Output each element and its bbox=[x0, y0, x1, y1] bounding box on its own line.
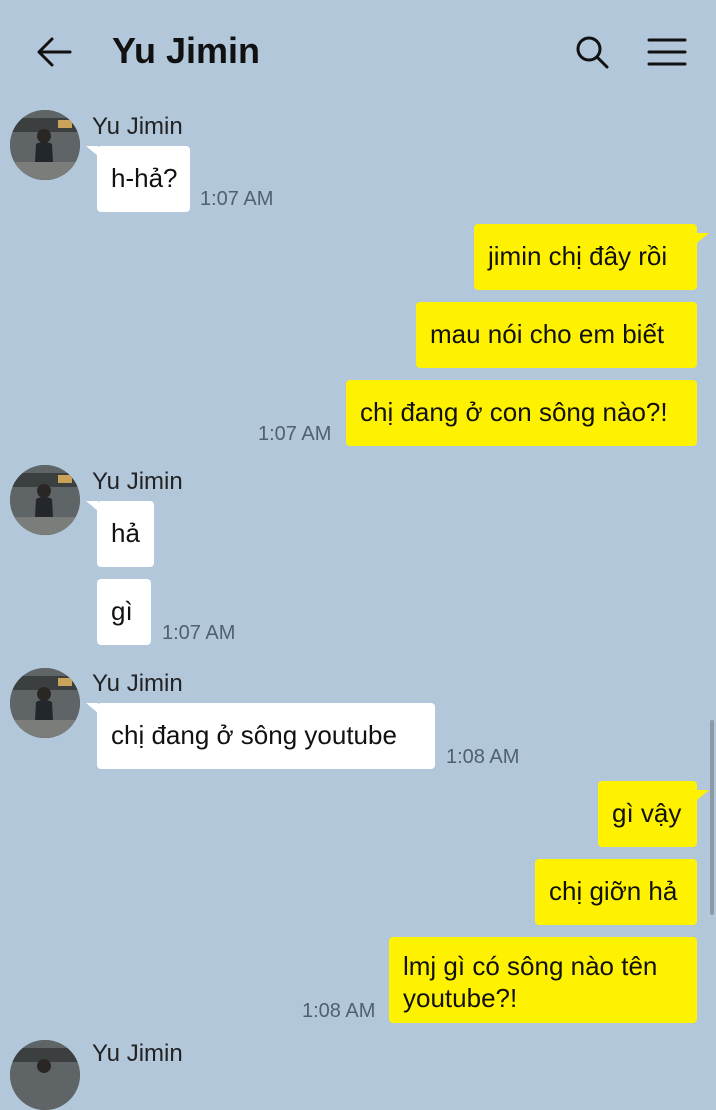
message-timestamp: 1:07 AM bbox=[200, 188, 274, 210]
message-bubble[interactable]: mau nói cho em biết bbox=[416, 302, 697, 368]
menu-button[interactable] bbox=[644, 30, 690, 74]
message-bubble[interactable]: chị giỡn hả bbox=[535, 859, 697, 925]
message-bubble[interactable]: gì bbox=[97, 579, 151, 645]
back-button[interactable] bbox=[30, 30, 78, 74]
message-timestamp: 1:08 AM bbox=[446, 746, 520, 768]
bubble-tail bbox=[697, 790, 709, 800]
message-bubble[interactable]: jimin chị đây rồi bbox=[474, 224, 697, 290]
avatar[interactable] bbox=[10, 110, 80, 180]
sender-name: Yu Jimin bbox=[92, 670, 183, 697]
message-timestamp: 1:08 AM bbox=[302, 1000, 376, 1022]
sender-name: Yu Jimin bbox=[92, 113, 183, 140]
scrollbar[interactable] bbox=[710, 720, 714, 915]
search-button[interactable] bbox=[570, 30, 614, 74]
hamburger-menu-icon bbox=[647, 38, 687, 66]
search-icon bbox=[576, 36, 609, 69]
avatar[interactable] bbox=[10, 1040, 80, 1110]
message-bubble[interactable]: lmj gì có sông nào tên youtube?! bbox=[389, 937, 697, 1023]
sender-name: Yu Jimin bbox=[92, 468, 183, 495]
sender-name: Yu Jimin bbox=[92, 1040, 183, 1067]
avatar[interactable] bbox=[10, 465, 80, 535]
avatar[interactable] bbox=[10, 668, 80, 738]
profile-photo-icon bbox=[10, 465, 80, 535]
message-bubble[interactable]: chị đang ở sông youtube bbox=[97, 703, 435, 769]
message-bubble[interactable]: hả bbox=[97, 501, 154, 567]
message-bubble[interactable]: gì vậy bbox=[598, 781, 697, 847]
chat-header: Yu Jimin bbox=[0, 0, 716, 104]
profile-photo-icon bbox=[10, 110, 80, 180]
arrow-left-icon bbox=[37, 37, 72, 67]
bubble-tail bbox=[697, 233, 709, 243]
message-timestamp: 1:07 AM bbox=[162, 622, 236, 644]
profile-photo-icon bbox=[10, 1040, 80, 1110]
message-timestamp: 1:07 AM bbox=[258, 423, 332, 445]
profile-photo-icon bbox=[10, 668, 80, 738]
message-bubble[interactable]: h-hả? bbox=[97, 146, 190, 212]
chat-title: Yu Jimin bbox=[112, 30, 261, 71]
message-bubble[interactable]: chị đang ở con sông nào?! bbox=[346, 380, 697, 446]
